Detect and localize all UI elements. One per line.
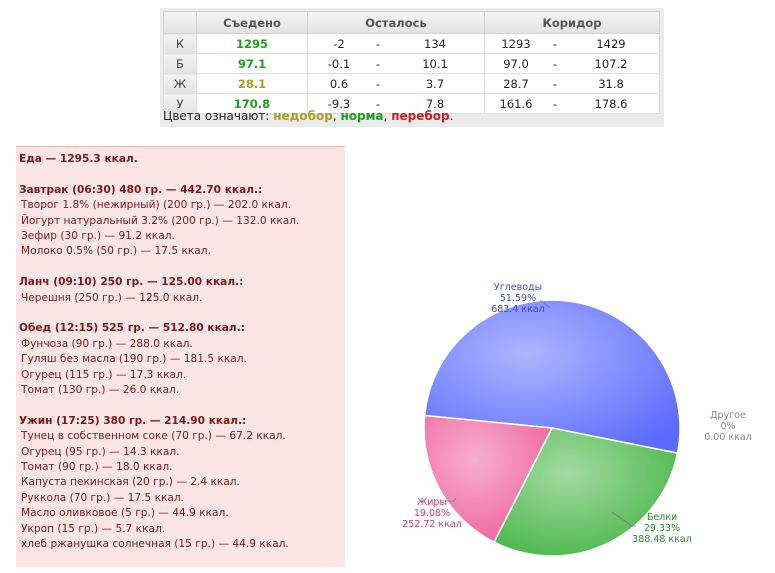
- food-item: Масло оливковое (5 гр.) — 44.9 ккал.: [21, 507, 229, 520]
- remaining-cell: -2 - 134: [307, 33, 485, 54]
- food-item: Йогурт натуральный 3.2% (200 гр.) — 132.…: [21, 214, 300, 227]
- corridor-cell: 1293 - 1429: [484, 33, 660, 54]
- header-eaten: Съедено: [196, 11, 308, 34]
- pie-label-value: 0.00 ккал: [704, 432, 752, 443]
- corridor-min: 28.7: [503, 76, 529, 91]
- header-corner: [163, 11, 197, 34]
- food-item: Томат (130 гр.) — 26.0 ккал.: [21, 384, 180, 397]
- eaten-value: 28.1: [196, 73, 308, 94]
- corridor-min: 1293: [501, 36, 531, 51]
- corridor-cell: 97.0 - 107.2: [484, 53, 660, 74]
- row-label: Б: [163, 53, 197, 74]
- pie-label-name: Белки: [647, 512, 677, 523]
- pie-label-name: Жиры: [417, 497, 447, 508]
- remaining-cell: 0.6 - 3.7: [307, 73, 485, 94]
- pie-label-value: 388.48 ккал: [632, 534, 692, 545]
- food-item: Капуста пекинская (20 гр.) — 2.4 ккал.: [21, 476, 240, 489]
- row-label: К: [163, 33, 197, 54]
- food-item: Тунец в собственном соке (70 гр.) — 67.2…: [21, 430, 286, 443]
- food-item: Гуляш без масла (190 гр.) — 181.5 ккал.: [21, 353, 247, 366]
- remaining-min: 0.6: [329, 76, 349, 91]
- food-item: Огурец (95 гр.) — 14.3 ккал.: [21, 445, 180, 458]
- table-row: Ж 28.1 0.6 - 3.7 28.7 - 31.8: [163, 73, 660, 94]
- food-item: Творог 1.8% (нежирный) (200 гр.) — 202.0…: [21, 199, 291, 212]
- legend-over: перебор: [391, 109, 450, 123]
- pie-label-percent: 29.33%: [644, 523, 680, 534]
- corridor-max: 31.8: [598, 76, 624, 91]
- food-item: Огурец (115 гр.) — 17.3 ккал.: [21, 368, 187, 381]
- row-label: Ж: [163, 73, 197, 94]
- remaining-max: 10.1: [422, 56, 448, 71]
- meal-title: Завтрак (06:30) 480 гр. — 442.70 ккал.:: [19, 183, 263, 196]
- pie-label-percent: 51.59%: [500, 293, 536, 304]
- food-item: Молоко 0.5% (50 гр.) — 17.5 ккал.: [21, 245, 211, 258]
- corridor-cell: 28.7 - 31.8: [484, 73, 660, 94]
- food-total: Еда — 1295.3 ккал.: [19, 153, 138, 165]
- food-item: Зефир (30 гр.) — 91.2 ккал.: [21, 230, 175, 243]
- nutrition-table-panel: Съедено Осталось Коридор К 1295 -2 - 134 1293…: [160, 8, 664, 127]
- food-item: Томат (90 гр.) — 18.0 ккал.: [21, 461, 173, 474]
- pie-label-percent: 0%: [720, 421, 735, 432]
- legend-prefix: Цвета означают:: [163, 109, 270, 123]
- food-item: Черешня (250 гр.) — 125.0 ккал.: [21, 291, 203, 304]
- legend-sep2: ,: [383, 109, 388, 123]
- range-dash: -: [375, 76, 381, 91]
- range-dash: -: [375, 56, 381, 71]
- table-header-row: Съедено Осталось Коридор: [163, 11, 660, 34]
- remaining-cell: -0.1 - 10.1: [307, 53, 485, 74]
- food-item: Руккола (70 гр.) — 17.5 ккал.: [21, 491, 185, 504]
- range-dash: -: [552, 56, 558, 71]
- legend-sep1: ,: [332, 109, 337, 123]
- remaining-min: -0.1: [327, 56, 351, 71]
- pie-label-percent: 19.08%: [414, 508, 450, 519]
- macro-pie-chart: Углеводы51.59%683.4 ккал Белки29.33%388.4…: [402, 282, 752, 557]
- table-row: Б 97.1 -0.1 - 10.1 97.0 - 107.2: [163, 53, 660, 74]
- color-legend: Цвета означают: недобор, норма, перебор.: [163, 109, 453, 123]
- legend-under: недобор: [273, 109, 333, 123]
- remaining-min: -2: [333, 36, 345, 51]
- food-item: хлеб ржанушка солнечная (15 гр.) — 44.9 …: [21, 538, 289, 551]
- header-left: Осталось: [307, 11, 485, 34]
- range-dash: -: [552, 96, 558, 111]
- corridor-max: 1429: [596, 36, 626, 51]
- range-dash: -: [552, 36, 558, 51]
- remaining-max: 134: [424, 36, 446, 51]
- meal-title: Ужин (17:25) 380 гр. — 214.90 ккал.:: [19, 414, 247, 427]
- range-dash: -: [552, 76, 558, 91]
- corridor-min: 161.6: [499, 96, 533, 111]
- food-log: Еда — 1295.3 ккал. Завтрак (06:30) 480 г…: [16, 146, 345, 567]
- legend-suffix: .: [449, 109, 454, 123]
- range-dash: -: [375, 36, 381, 51]
- remaining-max: 3.7: [425, 76, 445, 91]
- corridor-min: 97.0: [503, 56, 529, 71]
- pie-label-value: 683.4 ккал: [491, 304, 545, 315]
- header-corridor: Коридор: [484, 11, 660, 34]
- pie-label-name: Другое: [710, 410, 746, 421]
- pie-label-value: 252.72 ккал: [402, 519, 462, 530]
- nutrition-table: Съедено Осталось Коридор К 1295 -2 - 134 1293…: [163, 11, 660, 114]
- table-row: К 1295 -2 - 134 1293 - 1429: [163, 33, 660, 54]
- eaten-value: 97.1: [196, 53, 308, 74]
- food-item: Укроп (15 гр.) — 5.7 ккал.: [21, 522, 166, 535]
- legend-norm: норма: [340, 109, 384, 123]
- corridor-max: 107.2: [594, 56, 628, 71]
- corridor-cell: 161.6 - 178.6: [484, 93, 660, 114]
- food-item: Фунчоза (90 гр.) — 288.0 ккал.: [21, 337, 193, 350]
- meal-title: Обед (12:15) 525 гр. — 512.80 ккал.:: [19, 322, 245, 335]
- meal-title: Ланч (09:10) 250 гр. — 125.00 ккал.:: [19, 276, 244, 289]
- pie-label-name: Углеводы: [494, 282, 542, 293]
- corridor-max: 178.6: [594, 96, 628, 111]
- eaten-value: 1295: [196, 33, 308, 54]
